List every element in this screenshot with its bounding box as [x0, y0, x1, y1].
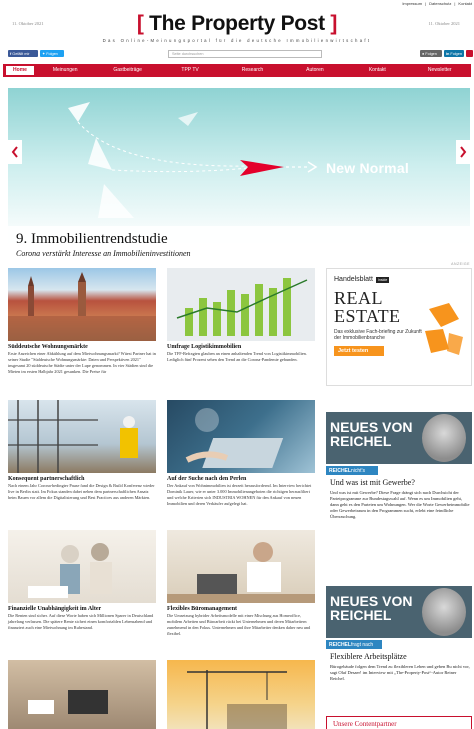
- rss-icon[interactable]: [466, 50, 473, 57]
- office-illustration: [167, 542, 315, 603]
- contentpartner-box: Unsere Contentpartner: [326, 716, 472, 729]
- reichel-headline[interactable]: Und was ist mit Gewerbe?: [330, 478, 415, 487]
- article-title[interactable]: Süddeutsche Wohnungsmärkte: [8, 344, 156, 350]
- article-image[interactable]: [167, 268, 315, 341]
- article-teaser: Die Umsetzung hybrider Arbeitsmodelle mi…: [167, 613, 311, 636]
- article-teaser: Erste Anzeichen einer Abkühlung auf dem …: [8, 351, 156, 374]
- reichel-label[interactable]: REICHELfragt nach: [326, 640, 382, 649]
- article-title[interactable]: Finanzielle Unabhängigkeit im Alter: [8, 606, 156, 612]
- hero-title[interactable]: 9. Immobilientrendstudie: [16, 232, 462, 247]
- article-image[interactable]: [167, 660, 315, 729]
- ad-text: Das exklusive Fach-briefing zur Zukunft …: [334, 329, 422, 341]
- laptop-illustration: [185, 408, 284, 468]
- nav-meinungen[interactable]: Meinungen: [34, 64, 96, 77]
- chevron-left-icon: [11, 146, 18, 158]
- article-card[interactable]: Konsequent partnerschaftlich Nach einem …: [8, 400, 156, 501]
- bar-chart-illustration: [176, 278, 308, 336]
- nav-newsletter[interactable]: Newsletter: [409, 64, 471, 77]
- hero-slider[interactable]: New Normal 9. Immobilientrendstudie Coro…: [8, 88, 470, 260]
- hero-caption[interactable]: 9. Immobilientrendstudie Corona verstärk…: [8, 226, 470, 260]
- article-image[interactable]: [8, 660, 156, 729]
- linkedin-icon: in: [446, 51, 450, 56]
- nav-gastbeitraege[interactable]: Gastbeiträge: [96, 64, 158, 77]
- nav-tpp-tv[interactable]: TPP TV: [159, 64, 221, 77]
- article-title[interactable]: Auf der Suche nach den Perlen: [167, 476, 315, 482]
- article-card[interactable]: Finanzielle Unabhängigkeit im Alter Die …: [8, 530, 156, 631]
- nav-research[interactable]: Research: [221, 64, 283, 77]
- article-image[interactable]: [8, 530, 156, 603]
- follow-icon: ●: [422, 51, 425, 56]
- reichel-text: Bürogebäude folgen dem Trend zu flexible…: [330, 664, 470, 681]
- article-image[interactable]: [8, 400, 156, 473]
- nav-kontakt[interactable]: Kontakt: [346, 64, 408, 77]
- construction-illustration: [8, 400, 138, 473]
- nav-autoren[interactable]: Autoren: [284, 64, 346, 77]
- article-teaser: Der Ankauf von Wohnimmobilien ist derzei…: [167, 483, 312, 506]
- crane-illustration: [187, 670, 287, 729]
- reichel-banner[interactable]: NEUES VON REICHEL: [326, 412, 472, 464]
- chevron-right-icon: [460, 146, 467, 158]
- article-title[interactable]: Umfrage Logistikimmobilien: [167, 344, 315, 350]
- desk-illustration: [28, 690, 108, 714]
- tagline: Das Online-Meinungsportal für die deutsc…: [102, 38, 372, 43]
- article-image[interactable]: [167, 530, 315, 603]
- masthead: 11. Oktober 2021 [ The Property Post ] 1…: [0, 8, 474, 48]
- article-image[interactable]: [8, 268, 156, 341]
- reichel-label[interactable]: REICHELnicht's: [326, 466, 378, 475]
- handelsblatt-ad[interactable]: Handelsblatt Inside REAL ESTATE Das exkl…: [326, 268, 472, 386]
- city-illustration: [8, 272, 156, 341]
- article-card[interactable]: Flexibles Büromanagement Die Umsetzung h…: [167, 530, 315, 637]
- site-logo[interactable]: [ The Property Post ]: [0, 12, 474, 36]
- nav-home[interactable]: Home: [6, 66, 34, 75]
- reichel-portrait: [422, 414, 466, 462]
- ad-brand: Handelsblatt Inside: [334, 276, 390, 283]
- reichel-portrait: [422, 588, 466, 636]
- article-card[interactable]: Auf der Suche nach den Perlen Der Ankauf…: [167, 400, 315, 507]
- main-nav: Home Meinungen Gastbeiträge TPP TV Resea…: [3, 64, 471, 77]
- article-card[interactable]: [8, 660, 156, 729]
- reichel-banner-title: NEUES VON REICHEL: [330, 593, 413, 623]
- slider-prev-button[interactable]: [8, 140, 22, 164]
- reichel-headline[interactable]: Flexiblere Arbeitsplätze: [330, 652, 407, 661]
- hero-subtitle: Corona verstärkt Interesse an Immobilien…: [16, 249, 191, 258]
- facebook-like-button[interactable]: f Gefällt mir: [8, 50, 38, 57]
- article-teaser: Nach einem Jahr Corona-bedingter Pause f…: [8, 483, 155, 500]
- kontakt-link[interactable]: Kontakt: [458, 1, 472, 6]
- top-links: Impressum | Datenschutz | Kontakt: [402, 1, 472, 6]
- anzeige-label: ANZEIGE: [451, 262, 470, 266]
- article-card[interactable]: Süddeutsche Wohnungsmärkte Erste Anzeich…: [8, 268, 156, 375]
- article-card[interactable]: [167, 660, 315, 729]
- article-card[interactable]: Umfrage Logistikimmobilien Die TFF-Befra…: [167, 268, 315, 363]
- reichel-banner-title: NEUES VON REICHEL: [330, 419, 413, 449]
- twitter-icon: ✦: [42, 52, 46, 56]
- impressum-link[interactable]: Impressum: [402, 1, 422, 6]
- hero-overlay-text: New Normal: [326, 160, 409, 176]
- contentpartner-title: Unsere Contentpartner: [333, 720, 397, 728]
- ad-cta-button[interactable]: Jetzt testen: [334, 346, 384, 356]
- twitter-follow-button[interactable]: ✦ Folgen: [40, 50, 64, 57]
- date-right: 11. Oktober 2021: [428, 21, 460, 26]
- linkedin-follow-button[interactable]: in Folgen: [444, 50, 464, 57]
- article-title[interactable]: Flexibles Büromanagement: [167, 606, 315, 612]
- ad-decoration: [425, 303, 463, 355]
- article-teaser: Die TFF-Befragten glauben an einen anhal…: [167, 351, 307, 362]
- article-image[interactable]: [167, 400, 315, 473]
- article-title[interactable]: Konsequent partnerschaftlich: [8, 476, 156, 482]
- social-row: f Gefällt mir ✦ Folgen Seite durchsuchen…: [8, 50, 473, 60]
- logo-text: The Property Post: [149, 12, 325, 35]
- slider-next-button[interactable]: [456, 140, 470, 164]
- reichel-text: Und was ist mit Gewerbe? Diese Frage drä…: [330, 490, 470, 519]
- search-input[interactable]: Seite durchsuchen: [168, 50, 322, 58]
- article-teaser: Die Renten sind sicher. Auf diese Worte …: [8, 613, 154, 630]
- facebook-icon: f: [10, 51, 12, 56]
- datenschutz-link[interactable]: Datenschutz: [429, 1, 451, 6]
- couple-illustration: [28, 543, 112, 598]
- reichel-banner[interactable]: NEUES VON REICHEL: [326, 586, 472, 638]
- follow-button-1[interactable]: ● Folgen: [420, 50, 442, 57]
